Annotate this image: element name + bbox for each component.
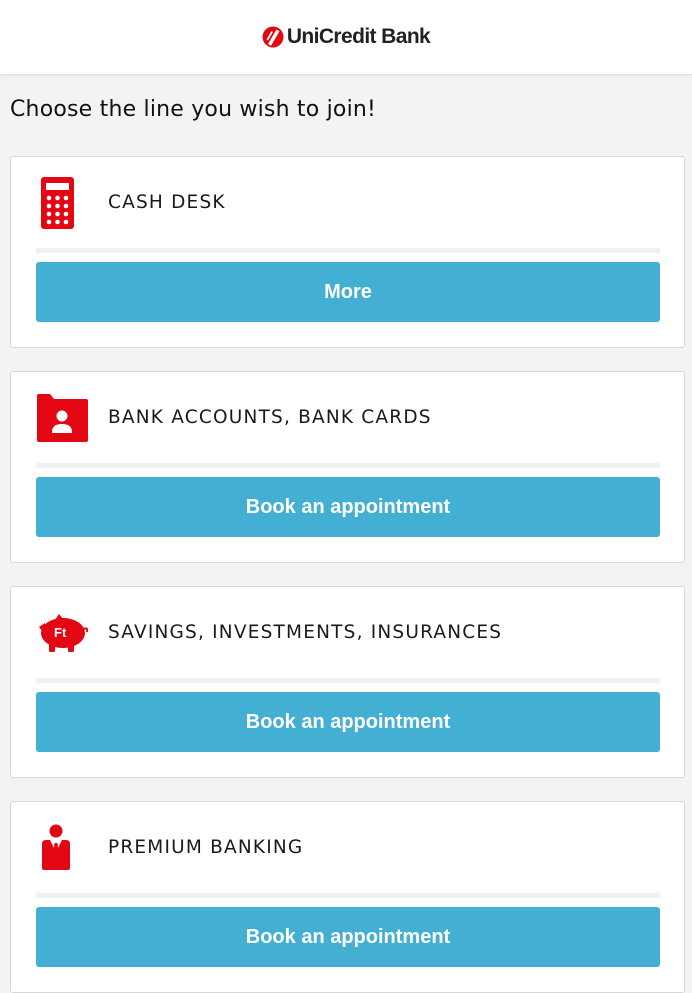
unicredit-logo-icon xyxy=(262,26,284,48)
line-label-savings: SAVINGS, INVESTMENTS, INSURANCES xyxy=(108,622,503,643)
service-line-card: CASH DESK More xyxy=(10,156,685,348)
page-title: Choose the line you wish to join! xyxy=(10,97,377,122)
service-line-card: BANK ACCOUNTS, BANK CARDS Book an appoin… xyxy=(10,371,685,563)
more-button[interactable]: More xyxy=(36,262,660,322)
divider xyxy=(36,678,660,683)
app-header: UniCredit Bank xyxy=(0,0,692,75)
book-appointment-button[interactable]: Book an appointment xyxy=(36,477,660,537)
service-line-card: Ft SAVINGS, INVESTMENTS, INSURANCES Book… xyxy=(10,586,685,778)
piggy-bank-icon: Ft xyxy=(39,613,88,652)
line-label-cash-desk: CASH DESK xyxy=(108,192,226,213)
calculator-icon xyxy=(41,176,74,229)
divider xyxy=(36,248,660,253)
service-line-list: CASH DESK More BANK ACCOUNTS, BANK CARDS… xyxy=(0,131,692,993)
piggy-bank-label: Ft xyxy=(54,625,67,640)
divider xyxy=(36,463,660,468)
book-appointment-button[interactable]: Book an appointment xyxy=(36,692,660,752)
book-appointment-button[interactable]: Book an appointment xyxy=(36,907,660,967)
line-label-premium-banking: PREMIUM BANKING xyxy=(108,837,304,858)
brand-name: UniCredit Bank xyxy=(286,25,431,48)
account-folder-icon xyxy=(37,393,88,442)
service-line-card: PREMIUM BANKING Book an appointment xyxy=(10,801,685,993)
divider xyxy=(36,893,660,898)
line-label-bank-accounts: BANK ACCOUNTS, BANK CARDS xyxy=(108,407,432,428)
businessman-icon xyxy=(42,824,70,870)
brand-logo[interactable]: UniCredit Bank xyxy=(262,25,431,49)
